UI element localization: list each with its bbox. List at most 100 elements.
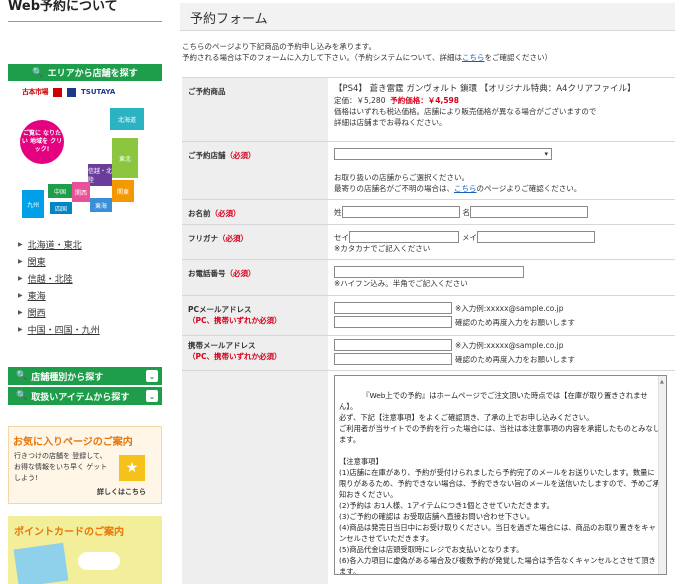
last-name-kana-input[interactable] — [349, 231, 459, 243]
intro-line-2-text: 予約される場合は下のフォームに入力して下さい。（予約システムについて、詳細は — [182, 53, 462, 62]
chevron-down-icon[interactable]: ⌄ — [146, 370, 158, 382]
terms-textarea[interactable]: 『Web上での予約』はホームページでご注文頂いた時点では【在庫が取り置きされませ… — [334, 375, 667, 575]
field-store: ▾ お取り扱いの店舗からご選択ください。 最寄りの店舗名がご不明の場合は、こちら… — [328, 142, 675, 199]
favorites-more-link[interactable]: 詳しくはこちら — [97, 487, 146, 497]
first-name-input[interactable] — [470, 206, 588, 218]
region-link-kansai[interactable]: ▶ 関西 — [18, 304, 100, 321]
point-card-banner[interactable]: ポイントカードのご案内 — [8, 516, 162, 584]
map-region-tokai[interactable]: 東海 — [90, 198, 112, 212]
first-name-kana-input[interactable] — [477, 231, 595, 243]
label-pc-mail-text: PCメールアドレス — [188, 305, 252, 314]
logo-badge-blue — [67, 87, 76, 97]
terms-scrollbar[interactable]: ▲ — [658, 376, 666, 574]
phone-input[interactable] — [334, 266, 524, 278]
store-finder-link[interactable]: こちら — [454, 184, 477, 193]
label-store-text: ご予約店舗 — [188, 151, 226, 160]
row-product: ご予約商品 【PS4】 蒼き雷霆 ガンヴォルト 鎖環 【オリジナル特典：A4クリ… — [182, 78, 675, 142]
logo-badge-red — [53, 87, 62, 97]
label-mobile-mail-text: 携帯メールアドレス — [188, 341, 256, 350]
pc-mail-confirm-input[interactable] — [334, 316, 452, 328]
japan-region-map[interactable]: 北海道 東北 信越・北陸 関東 中国 関西 東海 九州 四国 — [8, 102, 162, 226]
label-phone: お電話番号（必須） — [182, 260, 328, 295]
region-link-tokai[interactable]: ▶ 東海 — [18, 287, 100, 304]
triangle-right-icon: ▶ — [18, 241, 23, 248]
price-note-1: 価格はいずれも税込価格。店舗により販売価格が異なる場合がございますので — [334, 107, 597, 116]
map-region-kansai[interactable]: 関西 — [72, 182, 90, 202]
field-name: 姓 名 — [328, 200, 675, 224]
chevron-down-icon: ▾ — [544, 150, 548, 158]
terms-text: 『Web上での予約』はホームページでご注文頂いた時点では【在庫が取り置きされませ… — [339, 391, 661, 575]
triangle-right-icon: ▶ — [18, 309, 23, 316]
region-link-label[interactable]: 中国・四国・九州 — [28, 323, 100, 336]
last-name-input[interactable] — [341, 206, 460, 218]
region-link-list: ▶ 北海道・東北 ▶ 関東 ▶ 信越・北陸 ▶ 東海 ▶ 関西 ▶ 中国・四国・九州 — [18, 236, 100, 338]
area-search-header: 🔍 エリアから店舗を探す — [8, 64, 162, 81]
row-pc-mail: PCメールアドレス （PC、携帯いずれか必須） ※入力例:xxxxx@sample… — [182, 296, 675, 336]
sidebar: Web予約について 🔍 エリアから店舗を探す 古本市場 TSUTAYA 北海道 … — [0, 0, 165, 584]
store-note-1: お取り扱いの店舗からご選択ください。 — [334, 173, 469, 182]
chevron-down-icon[interactable]: ⌄ — [146, 390, 158, 402]
mobile-mail-confirm-note: 確認のため再度入力をお願いします — [455, 354, 575, 364]
field-kana: セイ メイ ※カタカナでご記入ください — [328, 225, 675, 259]
shop-type-search-label: 店舗種別から探す — [31, 372, 104, 383]
first-name-kana-label: メイ — [462, 232, 477, 242]
region-link-label[interactable]: 東海 — [28, 289, 46, 302]
pc-mail-input[interactable] — [334, 302, 452, 314]
mobile-mail-confirm-input[interactable] — [334, 353, 452, 365]
map-region-shikoku[interactable]: 四国 — [50, 202, 72, 214]
required-mark: （必須） — [210, 209, 241, 218]
mobile-mail-example: ※入力例:xxxxx@sample.co.jp — [455, 340, 564, 350]
region-link-label[interactable]: 関東 — [28, 255, 46, 268]
region-link-kanto[interactable]: ▶ 関東 — [18, 253, 100, 270]
item-search-button[interactable]: 🔍 取扱いアイテムから探す ⌄ — [8, 387, 162, 405]
label-phone-text: お電話番号 — [188, 269, 226, 278]
favorites-text: 行きつけの店舗を 登録して、 お得な情報をいち早く ゲットしよう! — [14, 452, 108, 482]
page-title: 予約フォーム — [190, 12, 268, 27]
region-link-label[interactable]: 北海道・東北 — [28, 238, 82, 251]
region-link-label[interactable]: 信越・北陸 — [28, 272, 73, 285]
triangle-right-icon: ▶ — [18, 275, 23, 282]
kana-note: ※カタカナでご記入ください — [334, 244, 431, 253]
region-link-chugoku-shikoku-kyushu[interactable]: ▶ 中国・四国・九州 — [18, 321, 100, 338]
label-product: ご予約商品 — [182, 78, 328, 141]
region-link-hokkaido-tohoku[interactable]: ▶ 北海道・東北 — [18, 236, 100, 253]
map-region-hokkaido[interactable]: 北海道 — [110, 108, 144, 130]
intro-line-2-tail: をご確認ください） — [484, 53, 552, 62]
search-icon: 🔍 — [32, 67, 44, 78]
field-pc-mail: ※入力例:xxxxx@sample.co.jp 確認のため再度入力をお願いします — [328, 296, 675, 335]
mobile-mail-input[interactable] — [334, 339, 452, 351]
reservation-system-link[interactable]: こちら — [462, 53, 485, 62]
search-icon: 🔍 — [16, 371, 28, 381]
pc-mail-example: ※入力例:xxxxx@sample.co.jp — [455, 303, 564, 313]
required-mark: （必須） — [225, 151, 256, 160]
required-mark: （必須） — [225, 269, 256, 278]
favorites-banner[interactable]: お気に入りページのご案内 行きつけの店舗を 登録して、 お得な情報をいち早く ゲ… — [8, 426, 162, 504]
field-terms: 『Web上での予約』はホームページでご注文頂いた時点では【在庫が取り置きされませ… — [328, 371, 675, 584]
label-store: ご予約店舗（必須） — [182, 142, 328, 199]
label-terms — [182, 371, 328, 584]
intro-line-1: こちらのページより下記商品の予約申し込みを承ります。 — [182, 42, 376, 51]
required-note: （PC、携帯いずれか必須） — [188, 316, 282, 325]
map-region-kyushu[interactable]: 九州 — [22, 190, 44, 218]
first-name-label: 名 — [462, 207, 471, 217]
shop-type-search-button[interactable]: 🔍 店舗種別から探す ⌄ — [8, 367, 162, 385]
label-kana: フリガナ（必須） — [182, 225, 328, 259]
region-link-label[interactable]: 関西 — [28, 306, 46, 319]
region-link-shinetsu-hokuriku[interactable]: ▶ 信越・北陸 — [18, 270, 100, 287]
store-select[interactable]: ▾ — [334, 148, 552, 160]
map-click-bubble: ご覧に なりたい 地域を クリック! — [20, 120, 64, 164]
map-region-tohoku[interactable]: 東北 — [112, 138, 138, 178]
map-region-shinetsu[interactable]: 信越・北陸 — [88, 164, 112, 186]
price-note-2: 詳細は店舗までお尋ねください。 — [334, 118, 447, 127]
scroll-up-icon[interactable]: ▲ — [660, 377, 664, 388]
kana-inputs: セイ メイ — [334, 231, 675, 243]
row-name: お名前（必須） 姓 名 — [182, 200, 675, 225]
pc-mail-line: ※入力例:xxxxx@sample.co.jp — [334, 302, 675, 314]
row-phone: お電話番号（必須） ※ハイフン込み。半角でご記入ください — [182, 260, 675, 296]
map-region-chugoku[interactable]: 中国 — [48, 184, 72, 198]
phone-note: ※ハイフン込み。半角でご記入ください — [334, 279, 468, 288]
point-card-bubble — [78, 552, 120, 570]
triangle-right-icon: ▶ — [18, 292, 23, 299]
map-region-kanto[interactable]: 関東 — [112, 180, 134, 202]
